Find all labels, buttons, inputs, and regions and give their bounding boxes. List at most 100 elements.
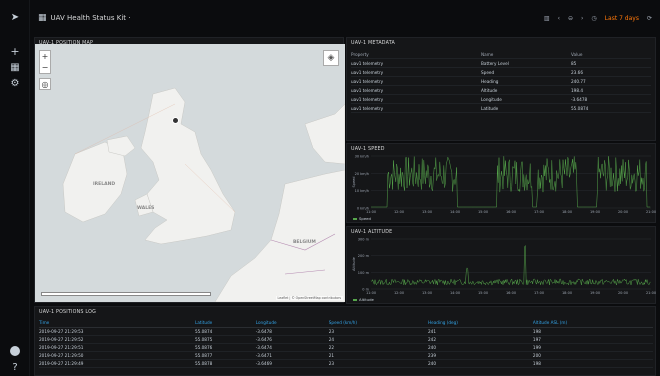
table-row: 2019-09-27 21:29:51 55.0876 -3.6474 22 2… xyxy=(39,343,653,352)
cell: -3.6471 xyxy=(255,351,329,360)
table-row: 2019-09-27 21:29:53 55.0874 -3.6478 23 2… xyxy=(39,327,653,336)
table-row: 2019-09-27 21:29:50 55.0877 -3.6471 21 2… xyxy=(39,351,653,360)
cell: 239 xyxy=(427,351,533,360)
column-header[interactable]: Property xyxy=(351,52,481,57)
cell: 200 xyxy=(532,351,653,360)
column-header[interactable]: Heading (deg) xyxy=(427,319,533,328)
x-tick-label: 15:00 xyxy=(478,291,488,295)
dashboard-grid-icon: ▦ xyxy=(38,13,47,23)
map-attribution[interactable]: Leaflet | © OpenStreetMap contributors xyxy=(275,296,343,300)
metadata-panel: UAV-1 METADATA Property Name Value uav1 … xyxy=(346,37,656,141)
zoom-out-button[interactable]: − xyxy=(40,62,50,73)
metadata-row: uav1 telemetry Longitude -3.6478 xyxy=(351,95,651,104)
graph-icon[interactable]: ▥ xyxy=(544,15,550,22)
legend-label: Altitude xyxy=(359,297,375,302)
column-header[interactable]: Longitude xyxy=(255,319,329,328)
grafana-logo-icon[interactable]: ➤ xyxy=(9,12,21,24)
layers-icon[interactable]: ◈ xyxy=(323,50,339,66)
cell: 55.0875 xyxy=(194,335,256,344)
help-icon[interactable]: ? xyxy=(9,362,21,374)
panel-title: UAV-1 METADATA xyxy=(351,41,395,46)
x-tick-label: 14:00 xyxy=(450,210,460,214)
metadata-row: uav1 telemetry Battery Level 85 xyxy=(351,59,651,68)
column-header[interactable]: Speed (km/h) xyxy=(328,319,428,328)
cell: -3.6469 xyxy=(255,359,329,368)
gear-icon[interactable]: ⚙ xyxy=(9,78,21,90)
time-range-picker[interactable]: Last 7 days xyxy=(605,15,639,22)
positions-panel: UAV-1 POSITIONS LOG Time Latitude Longit… xyxy=(34,306,656,376)
cell: uav1 telemetry xyxy=(351,78,384,84)
panel-title: UAV-1 ALTITUDE xyxy=(351,230,393,235)
cell: uav1 telemetry xyxy=(351,87,384,93)
cell: 242 xyxy=(427,335,533,344)
legend-swatch xyxy=(353,299,357,301)
cell: -3.6478 xyxy=(571,96,588,102)
map-canvas[interactable]: + − ◎ ◈ IRELAND BELGIUM WALES Leaflet | … xyxy=(35,44,345,302)
speed-chart[interactable]: 30 km/h20 km/h10 km/h0 km/h11:00 12:00 13:… xyxy=(347,144,657,224)
altitude-chart[interactable]: 300 m200 m100 m0 m11:00 12:00 13:00 14:00 15… xyxy=(347,227,657,305)
avatar-icon[interactable] xyxy=(10,346,20,356)
map-scale-bar xyxy=(41,292,211,296)
legend-label: Speed xyxy=(359,216,371,221)
locate-icon[interactable]: ◎ xyxy=(39,78,51,90)
x-tick-label: 12:00 xyxy=(394,291,404,295)
column-header[interactable]: Latitude xyxy=(194,319,256,328)
x-tick-label: 11:00 xyxy=(366,291,376,295)
y-tick-label: 30 km/h xyxy=(355,155,369,159)
dashboard-title[interactable]: UAV Health Status Kit · xyxy=(51,14,131,22)
cell: Altitude xyxy=(481,87,498,93)
zoom-control[interactable]: + − xyxy=(39,50,51,74)
y-tick-label: 100 m xyxy=(358,271,370,275)
cell: -3.6478 xyxy=(255,327,329,336)
metadata-header: Property Name Value xyxy=(351,50,651,59)
column-header[interactable]: Name xyxy=(481,52,571,57)
plus-icon[interactable]: + xyxy=(9,46,21,58)
column-header[interactable]: Altitude ASL (m) xyxy=(532,319,653,328)
cell: uav1 telemetry xyxy=(351,105,384,111)
y-tick-label: 10 km/h xyxy=(355,189,369,193)
cell: 23 xyxy=(328,359,428,368)
cell: 21 xyxy=(328,351,428,360)
altitude-panel: UAV-1 ALTITUDE 300 m 200 m 100 m0 m 11:00 12… xyxy=(346,226,656,304)
cell: 23 xyxy=(328,327,428,336)
dashboards-icon[interactable]: ▦ xyxy=(9,62,21,74)
x-tick-label: 11:00 xyxy=(366,210,376,214)
x-tick-label: 21:00 xyxy=(646,210,656,214)
chevron-left-icon[interactable]: ‹ xyxy=(558,15,560,22)
y-tick-label: 200 m xyxy=(358,254,370,258)
x-tick-label: 18:00 xyxy=(562,291,572,295)
refresh-icon[interactable]: ⟳ xyxy=(647,15,652,22)
map-label-wales: WALES xyxy=(137,206,155,211)
metadata-row: uav1 telemetry Altitude 198.4 xyxy=(351,86,651,95)
x-tick-label: 15:00 xyxy=(478,210,488,214)
speed-panel: UAV-1 SPEED 30 km/h 20 km/h 10 km/h 0 km/h 1… xyxy=(346,143,656,223)
table-row: 2019-09-27 21:29:49 55.0878 -3.6469 23 2… xyxy=(39,359,653,368)
map-panel: UAV-1 POSITION MAP + − ◎ ◈ IRELAND BELG xyxy=(34,37,345,303)
cell: 55.0874 xyxy=(571,105,589,111)
y-tick-label: 20 km/h xyxy=(355,172,369,176)
chevron-right-icon[interactable]: › xyxy=(581,15,583,22)
x-tick-label: 17:00 xyxy=(534,291,544,295)
cell: uav1 telemetry xyxy=(351,96,384,102)
column-header[interactable]: Time xyxy=(39,319,195,328)
cell: 240 xyxy=(427,343,533,352)
cell: 197 xyxy=(532,335,653,344)
column-header[interactable]: Value xyxy=(571,52,651,57)
metadata-row: uav1 telemetry Speed 23.66 xyxy=(351,68,651,77)
cell: -3.6476 xyxy=(255,335,329,344)
x-tick-label: 13:00 xyxy=(422,210,432,214)
x-tick-label: 12:00 xyxy=(394,210,404,214)
zoom-in-button[interactable]: + xyxy=(40,51,50,62)
cell: 24 xyxy=(328,335,428,344)
top-bar: ▦ UAV Health Status Kit · ▥ ‹ ⊖ › ◷ Last… xyxy=(30,0,660,36)
series-line xyxy=(370,244,651,286)
y-tick-label: 300 m xyxy=(358,238,370,242)
x-tick-label: 20:00 xyxy=(618,210,628,214)
legend-swatch xyxy=(353,218,357,220)
cell: 55.0876 xyxy=(194,343,256,352)
uav-position-marker[interactable] xyxy=(172,117,179,124)
clock-icon[interactable]: ◷ xyxy=(591,15,596,22)
x-tick-label: 19:00 xyxy=(590,210,600,214)
zoom-out-icon[interactable]: ⊖ xyxy=(568,15,573,22)
cell: 240.77 xyxy=(571,78,586,84)
